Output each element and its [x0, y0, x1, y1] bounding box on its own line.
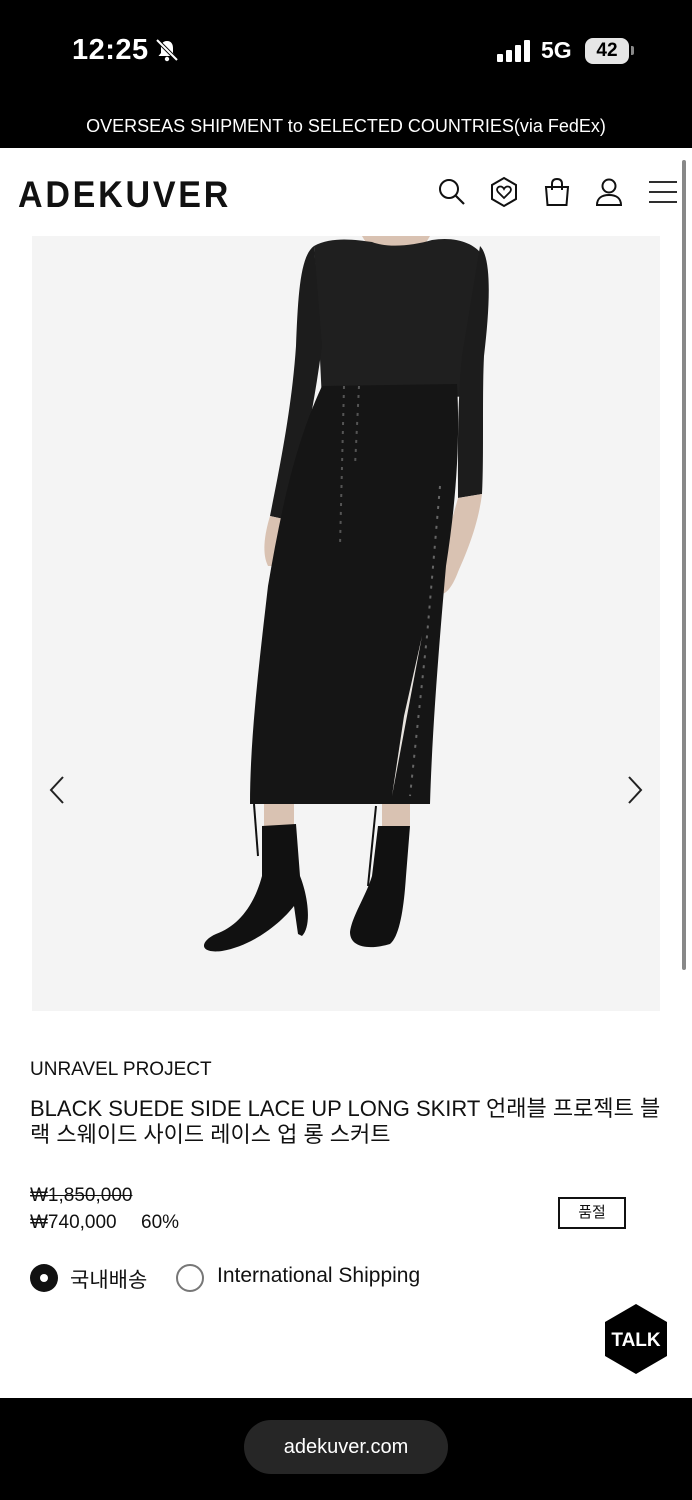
address-bar[interactable]: adekuver.com	[244, 1420, 448, 1474]
status-bar: 12:25 5G 42	[0, 0, 692, 100]
search-icon[interactable]	[436, 176, 468, 208]
product-title: BLACK SUEDE SIDE LACE UP LONG SKIRT 언래블 …	[30, 1096, 661, 1147]
next-image-arrow-icon[interactable]	[624, 774, 646, 806]
talk-label: TALK	[611, 1330, 661, 1351]
bell-muted-icon	[155, 38, 179, 62]
talk-chat-button[interactable]: TALK	[603, 1303, 669, 1375]
scrollbar[interactable]	[682, 160, 686, 970]
sold-out-badge: 품절	[558, 1197, 626, 1229]
status-time: 12:25	[72, 34, 149, 66]
discount-rate: 60%	[141, 1212, 180, 1233]
sale-price: ₩740,000	[30, 1212, 117, 1233]
wishlist-heart-icon[interactable]	[488, 176, 520, 208]
site-logo[interactable]: ADEKUVER	[18, 174, 231, 216]
product-photo-illustration	[32, 236, 660, 1011]
menu-icon[interactable]	[647, 176, 679, 208]
international-shipping-label[interactable]: International Shipping	[217, 1264, 420, 1288]
signal-bars-icon	[497, 40, 530, 62]
domestic-shipping-radio[interactable]	[30, 1264, 58, 1292]
battery-icon: 42	[585, 38, 629, 64]
original-price: ₩1,850,000	[30, 1185, 133, 1206]
product-brand[interactable]: UNRAVEL PROJECT	[30, 1059, 212, 1081]
shopping-bag-icon[interactable]	[541, 176, 573, 208]
product-image[interactable]	[32, 236, 660, 1011]
promo-banner[interactable]: OVERSEAS SHIPMENT to SELECTED COUNTRIES(…	[0, 100, 692, 148]
domestic-shipping-label[interactable]: 국내배송	[70, 1264, 147, 1294]
battery-tip	[631, 46, 634, 55]
network-type: 5G	[541, 37, 572, 63]
site-header: ADEKUVER	[0, 148, 692, 236]
international-shipping-radio[interactable]	[176, 1264, 204, 1292]
user-icon[interactable]	[593, 176, 625, 208]
previous-image-arrow-icon[interactable]	[46, 774, 68, 806]
